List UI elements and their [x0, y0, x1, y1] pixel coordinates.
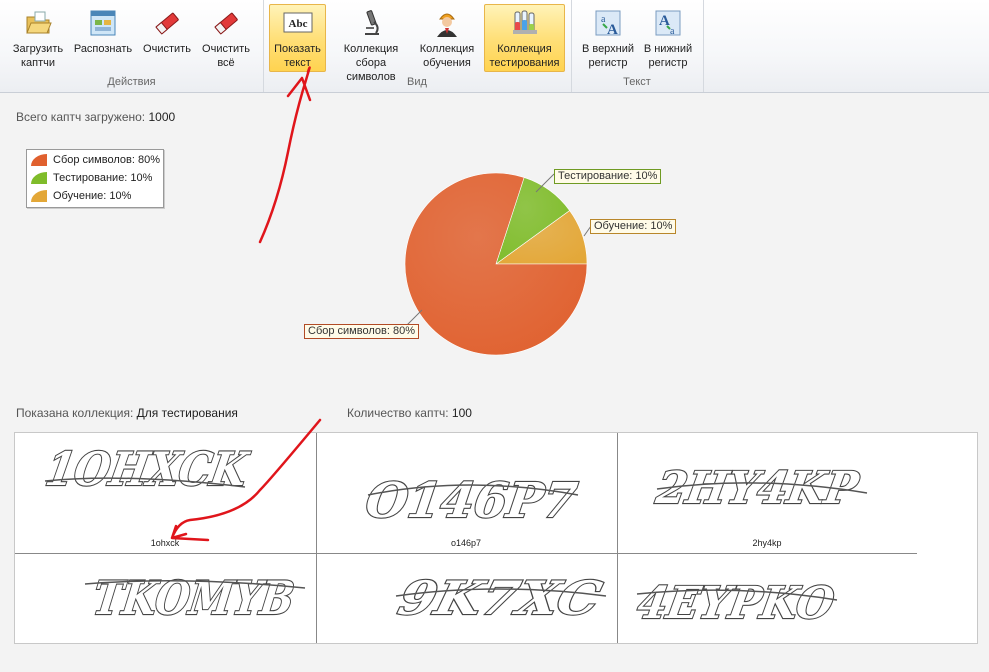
svg-text:1OHXCK: 1OHXCK — [42, 441, 253, 496]
captcha-image: 2HY4KP — [651, 461, 868, 515]
show-text-label: Показать текст — [274, 43, 321, 69]
svg-text:A: A — [607, 22, 618, 38]
legend-label-testing: Тестирование: 10% — [53, 172, 153, 184]
lowercase-label: В нижний регистр — [643, 43, 693, 69]
eraser-icon — [155, 12, 179, 35]
collection-chars-label: Коллекция сбора символов — [343, 43, 399, 83]
load-captcha-label: Загрузить каптчи — [12, 43, 64, 69]
svg-text:TKOMYB: TKOMYB — [90, 571, 298, 625]
clear-all-label: Очистить всё — [202, 43, 250, 69]
collection-testing-button[interactable]: Коллекция тестирования — [484, 4, 565, 72]
recognize-icon — [90, 10, 116, 36]
captcha-image: 4EYPKO — [633, 576, 840, 630]
captcha-image: TKOMYB — [84, 570, 306, 626]
pie-chart — [404, 172, 592, 356]
recognize-button[interactable]: Распознать — [70, 4, 136, 72]
folder-open-icon — [26, 11, 52, 34]
legend-swatch-collection — [31, 154, 47, 166]
captcha-count-text: Количество каптч: 100 — [347, 406, 472, 420]
worker-icon — [437, 13, 457, 37]
svg-text:O146P7: O146P7 — [363, 473, 581, 529]
captcha-caption: o146p7 — [450, 538, 482, 548]
legend-label-training: Обучение: 10% — [53, 190, 132, 202]
captcha-count-value: 100 — [451, 406, 472, 420]
group-label-view: Вид — [407, 76, 427, 88]
ribbon-toolbar: Действия Вид Текст Загрузить каптчи Расп… — [0, 0, 989, 93]
test-tubes-icon — [512, 10, 537, 34]
captcha-grid: 1OHXCK 1ohxck O146P7 o146p7 2HY4KP 2hy4k… — [14, 432, 978, 644]
pie-label-testing: Тестирование: 10% — [554, 169, 662, 184]
legend-swatch-training — [31, 190, 47, 202]
legend-label-collection: Сбор символов: 80% — [53, 154, 160, 166]
svg-text:a: a — [670, 26, 675, 37]
show-text-button[interactable]: Abc Показать текст — [269, 4, 326, 72]
shown-collection-value: Для тестирования — [136, 406, 238, 420]
clear-all-button[interactable]: Очистить всё — [197, 4, 255, 72]
collection-training-button[interactable]: Коллекция обучения — [415, 4, 479, 72]
captcha-image: 9K7XC — [392, 571, 608, 627]
captcha-cell[interactable]: 1OHXCK 1ohxck — [15, 433, 315, 551]
shown-collection-label: Показана коллекция: — [16, 406, 134, 420]
pie-label-training: Обучение: 10% — [590, 219, 677, 234]
recognize-label: Распознать — [73, 43, 133, 55]
captcha-cell[interactable]: 4EYPKO — [617, 554, 917, 672]
captcha-cell[interactable]: O146P7 o146p7 — [316, 433, 616, 551]
captcha-cell[interactable]: 2HY4KP 2hy4kp — [617, 433, 917, 551]
microscope-icon — [365, 10, 379, 35]
chart-legend: Сбор символов: 80% Тестирование: 10% Обу… — [26, 149, 164, 208]
load-captcha-button[interactable]: Загрузить каптчи — [8, 4, 68, 72]
group-label-actions: Действия — [107, 76, 156, 88]
captcha-count-label: Количество каптч: — [347, 406, 449, 420]
captcha-image: O146P7 — [361, 472, 581, 530]
group-label-text: Текст — [623, 76, 651, 88]
lowercase-button[interactable]: A a В нижний регистр — [640, 4, 696, 72]
uppercase-label: В верхний регистр — [581, 43, 635, 69]
total-loaded-text: Всего каптч загружено: 1000 — [16, 110, 175, 124]
captcha-caption: 2hy4kp — [752, 538, 782, 548]
eraser-all-icon — [214, 12, 238, 35]
legend-swatch-testing — [31, 172, 47, 184]
collection-training-label: Коллекция обучения — [419, 43, 475, 69]
total-loaded-value: 1000 — [148, 110, 176, 124]
pie-label-collection: Сбор символов: 80% — [304, 324, 419, 339]
clear-label: Очистить — [143, 43, 191, 55]
shown-collection-text: Показана коллекция: Для тестирования — [16, 406, 238, 420]
total-loaded-label: Всего каптч загружено: — [16, 110, 146, 124]
svg-text:Abc: Abc — [288, 18, 307, 30]
captcha-cell[interactable]: TKOMYB — [15, 554, 315, 672]
captcha-caption: 1ohxck — [150, 538, 180, 548]
abc-text-icon: Abc — [283, 12, 312, 33]
uppercase-icon: a A — [595, 10, 621, 38]
uppercase-button[interactable]: a A В верхний регистр — [578, 4, 638, 72]
collection-testing-label: Коллекция тестирования — [489, 43, 560, 69]
lowercase-icon: A a — [655, 10, 681, 37]
captcha-cell[interactable]: 9K7XC — [316, 554, 616, 672]
svg-text:9K7XC: 9K7XC — [393, 572, 607, 626]
clear-button[interactable]: Очистить — [138, 4, 196, 72]
collection-chars-button[interactable]: Коллекция сбора символов — [331, 4, 411, 83]
captcha-image: 1OHXCK — [41, 440, 254, 497]
svg-text:a: a — [601, 14, 606, 25]
svg-text:4EYPKO: 4EYPKO — [634, 577, 838, 629]
